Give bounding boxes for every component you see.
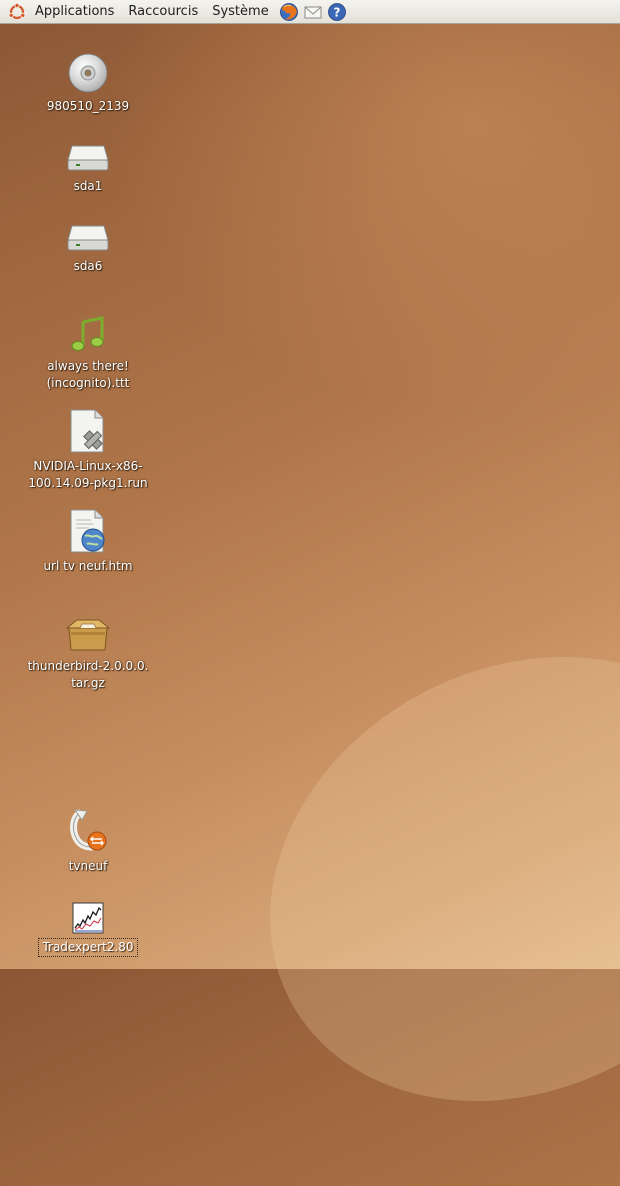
- desktop-icon-label: tvneuf: [68, 859, 108, 873]
- executable-file-icon: [18, 406, 158, 454]
- firefox-icon[interactable]: [278, 1, 300, 23]
- symlink-icon: [18, 806, 158, 854]
- archive-icon: [18, 606, 158, 654]
- cd-icon: [18, 46, 158, 94]
- desktop-icon-label: sda6: [73, 259, 103, 273]
- desktop-icon-label: url tv neuf.htm: [43, 559, 133, 573]
- desktop-icon-thunderbird-archive[interactable]: thunderbird-2.0.0.0. tar.gz: [18, 606, 158, 692]
- desktop-icon-cd[interactable]: 980510_2139: [18, 46, 158, 115]
- top-panel: Applications Raccourcis Système ?: [0, 0, 620, 24]
- html-file-icon: [18, 506, 158, 554]
- desktop-icon-tradexpert[interactable]: Tradexpert2.80: [18, 898, 158, 957]
- music-note-icon: [18, 306, 158, 354]
- desktop-icon-label: sda1: [73, 179, 103, 193]
- desktop-icon-label: NVIDIA-Linux-x86- 100.14.09-pkg1.run: [28, 459, 148, 490]
- wallpaper-swoosh: [191, 571, 620, 1186]
- desktop-icon-nvidia[interactable]: NVIDIA-Linux-x86- 100.14.09-pkg1.run: [18, 406, 158, 492]
- svg-text:?: ?: [333, 5, 340, 19]
- chart-app-icon: [18, 898, 158, 934]
- ubuntu-logo-icon[interactable]: [6, 1, 28, 23]
- desktop-icon-sda1[interactable]: sda1: [18, 126, 158, 195]
- desktop-icon-url[interactable]: url tv neuf.htm: [18, 506, 158, 575]
- drive-icon: [18, 206, 158, 254]
- desktop-icon-music[interactable]: always there! (incognito).ttt: [18, 306, 158, 392]
- desktop-icon-tvneuf[interactable]: tvneuf: [18, 806, 158, 875]
- desktop-icon-label: Tradexpert2.80: [38, 938, 138, 957]
- menu-systeme[interactable]: Système: [205, 0, 275, 24]
- mail-icon[interactable]: [302, 1, 324, 23]
- help-icon[interactable]: ?: [326, 1, 348, 23]
- desktop-icon-label: always there! (incognito).ttt: [46, 359, 130, 390]
- desktop-icon-label: thunderbird-2.0.0.0. tar.gz: [27, 659, 149, 690]
- drive-icon: [18, 126, 158, 174]
- desktop-icon-sda6[interactable]: sda6: [18, 206, 158, 275]
- menu-applications[interactable]: Applications: [28, 0, 121, 24]
- menu-raccourcis[interactable]: Raccourcis: [121, 0, 205, 24]
- desktop-icon-label: 980510_2139: [46, 99, 130, 113]
